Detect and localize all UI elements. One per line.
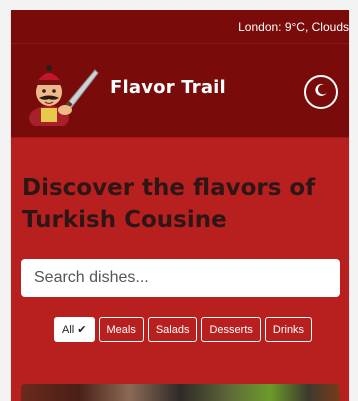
filter-desserts-button[interactable]: Desserts — [201, 317, 261, 342]
page-headline: Discover the flavors of Turkish Cousine — [22, 175, 316, 233]
brand-title[interactable]: Flavor Trail — [110, 77, 226, 98]
site-header: Flavor Trail — [11, 43, 349, 138]
filter-drinks-button[interactable]: Drinks — [264, 317, 313, 342]
category-filters: All ✔ Meals Salads Desserts Drinks — [54, 317, 313, 342]
weather-bar: London: 9°C, Clouds — [11, 10, 349, 43]
dish-card-image[interactable] — [21, 384, 340, 401]
moon-icon — [313, 82, 329, 102]
weather-text: London: 9°C, Clouds — [238, 20, 349, 34]
filter-salads-button[interactable]: Salads — [147, 317, 198, 342]
filter-meals-button[interactable]: Meals — [98, 317, 144, 342]
filter-all-button[interactable]: All ✔ — [54, 317, 95, 342]
app-frame: London: 9°C, Clouds Flavor Trail Discove… — [10, 10, 350, 401]
search-input[interactable] — [21, 259, 340, 297]
theme-toggle-button[interactable] — [304, 75, 338, 109]
chef-logo-icon[interactable] — [21, 60, 101, 130]
